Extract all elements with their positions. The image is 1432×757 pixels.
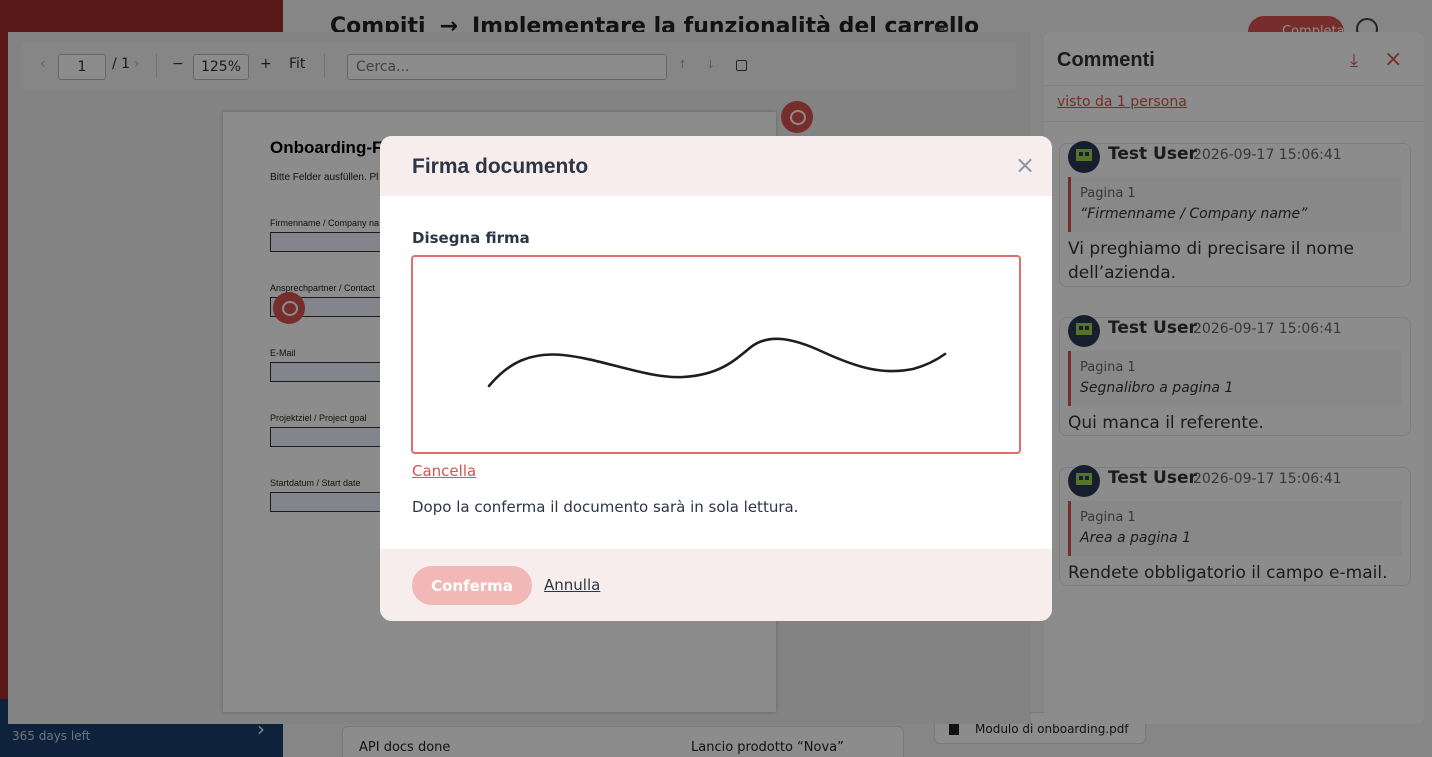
signature-pad[interactable] xyxy=(411,255,1021,454)
sign-document-dialog: Firma documento × Disegna firma Cancella… xyxy=(380,136,1052,621)
clear-signature-link[interactable]: Cancella xyxy=(412,462,476,480)
signature-stroke xyxy=(487,337,947,388)
dialog-header: Firma documento × xyxy=(380,136,1052,196)
draw-signature-label: Disegna firma xyxy=(412,229,530,247)
dialog-footer: Conferma Annulla xyxy=(380,549,1052,621)
close-icon[interactable]: × xyxy=(1015,151,1035,179)
cancel-link[interactable]: Annulla xyxy=(544,576,600,594)
readonly-info-text: Dopo la conferma il documento sarà in so… xyxy=(412,498,799,516)
dialog-title: Firma documento xyxy=(412,155,589,178)
confirm-button[interactable]: Conferma xyxy=(412,566,532,605)
